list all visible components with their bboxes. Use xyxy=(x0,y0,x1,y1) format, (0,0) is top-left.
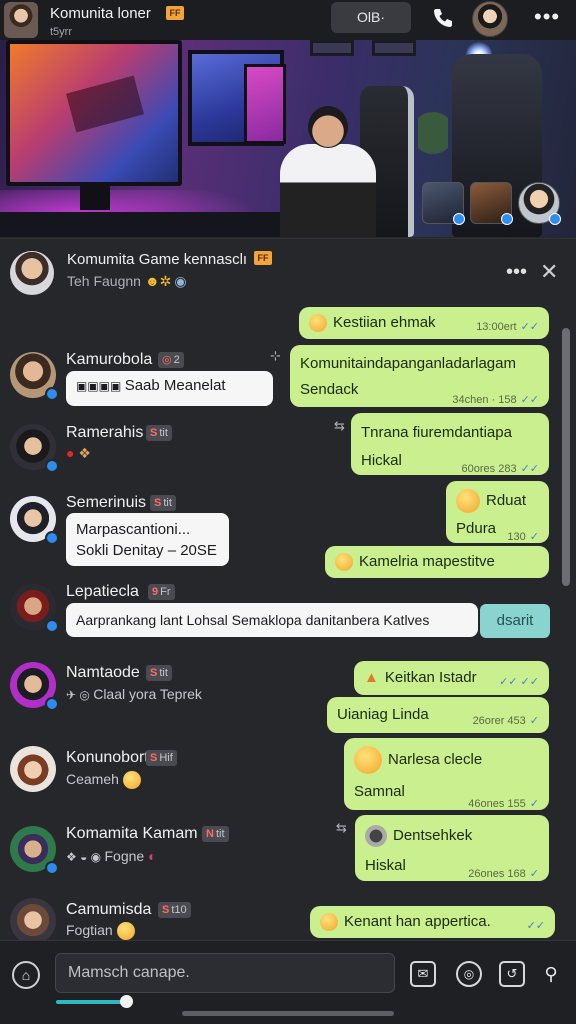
close-icon[interactable]: ✕ xyxy=(540,259,558,285)
group-subtitle: Teh Faugnn ☻✲ ◉ xyxy=(67,273,187,289)
community-title: Komunita loner xyxy=(50,5,151,22)
sticker-icon[interactable]: ✉ xyxy=(410,961,436,987)
chat-scrollbar[interactable] xyxy=(562,328,570,586)
avatar[interactable] xyxy=(10,826,59,875)
outgoing-message[interactable]: Kenant han appertica. ✓✓ xyxy=(310,906,555,938)
more-icon[interactable]: ••• xyxy=(534,4,560,30)
title-badge: FF xyxy=(166,6,184,20)
sender-tag: Ntit xyxy=(202,826,229,842)
message-bubble[interactable]: Aarprankang lant Lohsal Semaklopa danita… xyxy=(66,603,478,637)
gif-icon[interactable]: ↺ xyxy=(499,961,525,987)
outgoing-message[interactable]: Narlesa clecle Samnal 46ones 155 ✓ xyxy=(344,738,549,810)
status-text: ❖ ◒ ◉ Fogne ◐ xyxy=(66,848,157,864)
status-text: ✈ ◎ Claal yora Teprek xyxy=(66,686,202,702)
hero-banner-image xyxy=(0,40,576,237)
sender-tag: Stit xyxy=(146,665,172,681)
message-bubble[interactable]: Marpascantioni... Sokli Denitay – 20SE xyxy=(66,513,229,566)
home-icon[interactable]: ⌂ xyxy=(12,961,40,989)
avatar[interactable] xyxy=(10,898,56,944)
progress-knob[interactable] xyxy=(120,995,133,1008)
home-indicator xyxy=(182,1011,394,1016)
sender-tag: 9 Fr xyxy=(148,584,175,600)
message-bubble[interactable]: ▣▣▣▣ Saab Meanelat xyxy=(66,371,273,406)
group-title: Komumita Game kennasclı xyxy=(67,251,248,268)
reaction-icons: ● ❖ xyxy=(66,445,91,461)
sender-name: Lepatiecla xyxy=(66,583,139,600)
phone-icon[interactable] xyxy=(431,6,455,30)
outgoing-message[interactable]: Tnrana fiuremdantiapa Hickal 60ores 283 ✓… xyxy=(351,413,549,475)
group-badge: FF xyxy=(254,251,272,265)
sender-tag: St10 xyxy=(158,902,191,918)
community-avatar[interactable] xyxy=(4,2,38,38)
status-text: Fogtian xyxy=(66,922,141,941)
message-input[interactable] xyxy=(55,953,395,993)
sender-name: Konunobort: xyxy=(66,749,154,766)
message-composer: ⌂ ✉ ◎ ↺ ⚲ xyxy=(0,940,576,1024)
bulb-icon[interactable]: ⚲ xyxy=(538,961,564,987)
live-pill-button[interactable]: OlB· xyxy=(331,2,411,33)
sender-tag: Stit xyxy=(146,425,172,441)
sender-tag: ◎ 2 xyxy=(158,352,184,368)
outgoing-message[interactable]: Komunitaindapanganladarlagam Sendack 34c… xyxy=(290,345,549,407)
outgoing-message[interactable]: Dentsehkek Hiskal 26ones 168 ✓ xyxy=(355,815,549,881)
outgoing-message[interactable]: Uianiag Linda 26orer 453 ✓ xyxy=(327,697,549,733)
reply-icon[interactable]: ⊹ xyxy=(270,348,281,364)
participant-thumb[interactable] xyxy=(518,182,561,225)
sender-name: Komamita Kamam xyxy=(66,825,198,842)
participant-thumb[interactable] xyxy=(422,182,465,225)
sender-name: Namtaode xyxy=(66,664,140,681)
avatar[interactable] xyxy=(10,424,59,473)
avatar[interactable] xyxy=(10,662,59,711)
participant-thumbnails xyxy=(422,182,561,225)
sender-name: Kamurobola xyxy=(66,351,153,368)
sender-name: Ramerahis xyxy=(66,424,144,441)
sender-name: Camumisda xyxy=(66,901,152,918)
group-avatar[interactable] xyxy=(10,251,54,295)
forward-icon[interactable]: ⇆ xyxy=(334,418,345,434)
outgoing-message[interactable]: Kestiian ehmak 13:00ert ✓✓ xyxy=(299,307,549,339)
avatar[interactable] xyxy=(10,496,59,545)
community-subtitle: t5yrr xyxy=(50,26,72,38)
status-text: Ceameh xyxy=(66,771,147,790)
dsarit-button[interactable]: dsarit xyxy=(480,604,550,638)
outgoing-message[interactable]: Kamelria mapestitve xyxy=(325,546,549,578)
outgoing-message[interactable]: Rduat Pdura 130 ✓ xyxy=(446,481,549,543)
avatar[interactable] xyxy=(10,584,59,633)
top-bar: Komunita loner FF t5yrr OlB· ••• xyxy=(0,0,576,40)
participant-thumb[interactable] xyxy=(470,182,513,225)
more-icon[interactable]: ••• xyxy=(506,261,527,284)
sender-tag: S Hif xyxy=(146,750,177,766)
avatar[interactable] xyxy=(10,352,59,401)
camera-icon[interactable]: ◎ xyxy=(456,961,482,987)
sender-name: Semerinuis xyxy=(66,494,147,511)
profile-avatar[interactable] xyxy=(472,1,508,37)
chat-header: Komumita Game kennasclı FF Teh Faugnn ☻✲ ◉… xyxy=(0,238,576,304)
outgoing-message[interactable]: ▲ Keitkan Istadr ✓✓ ✓✓ xyxy=(354,661,549,695)
forward-icon[interactable]: ⇆ xyxy=(336,820,347,836)
avatar[interactable] xyxy=(10,746,56,792)
chat-app: Komunita loner FF t5yrr OlB· ••• Komumit… xyxy=(0,0,576,1024)
sender-tag: Stit xyxy=(150,495,176,511)
